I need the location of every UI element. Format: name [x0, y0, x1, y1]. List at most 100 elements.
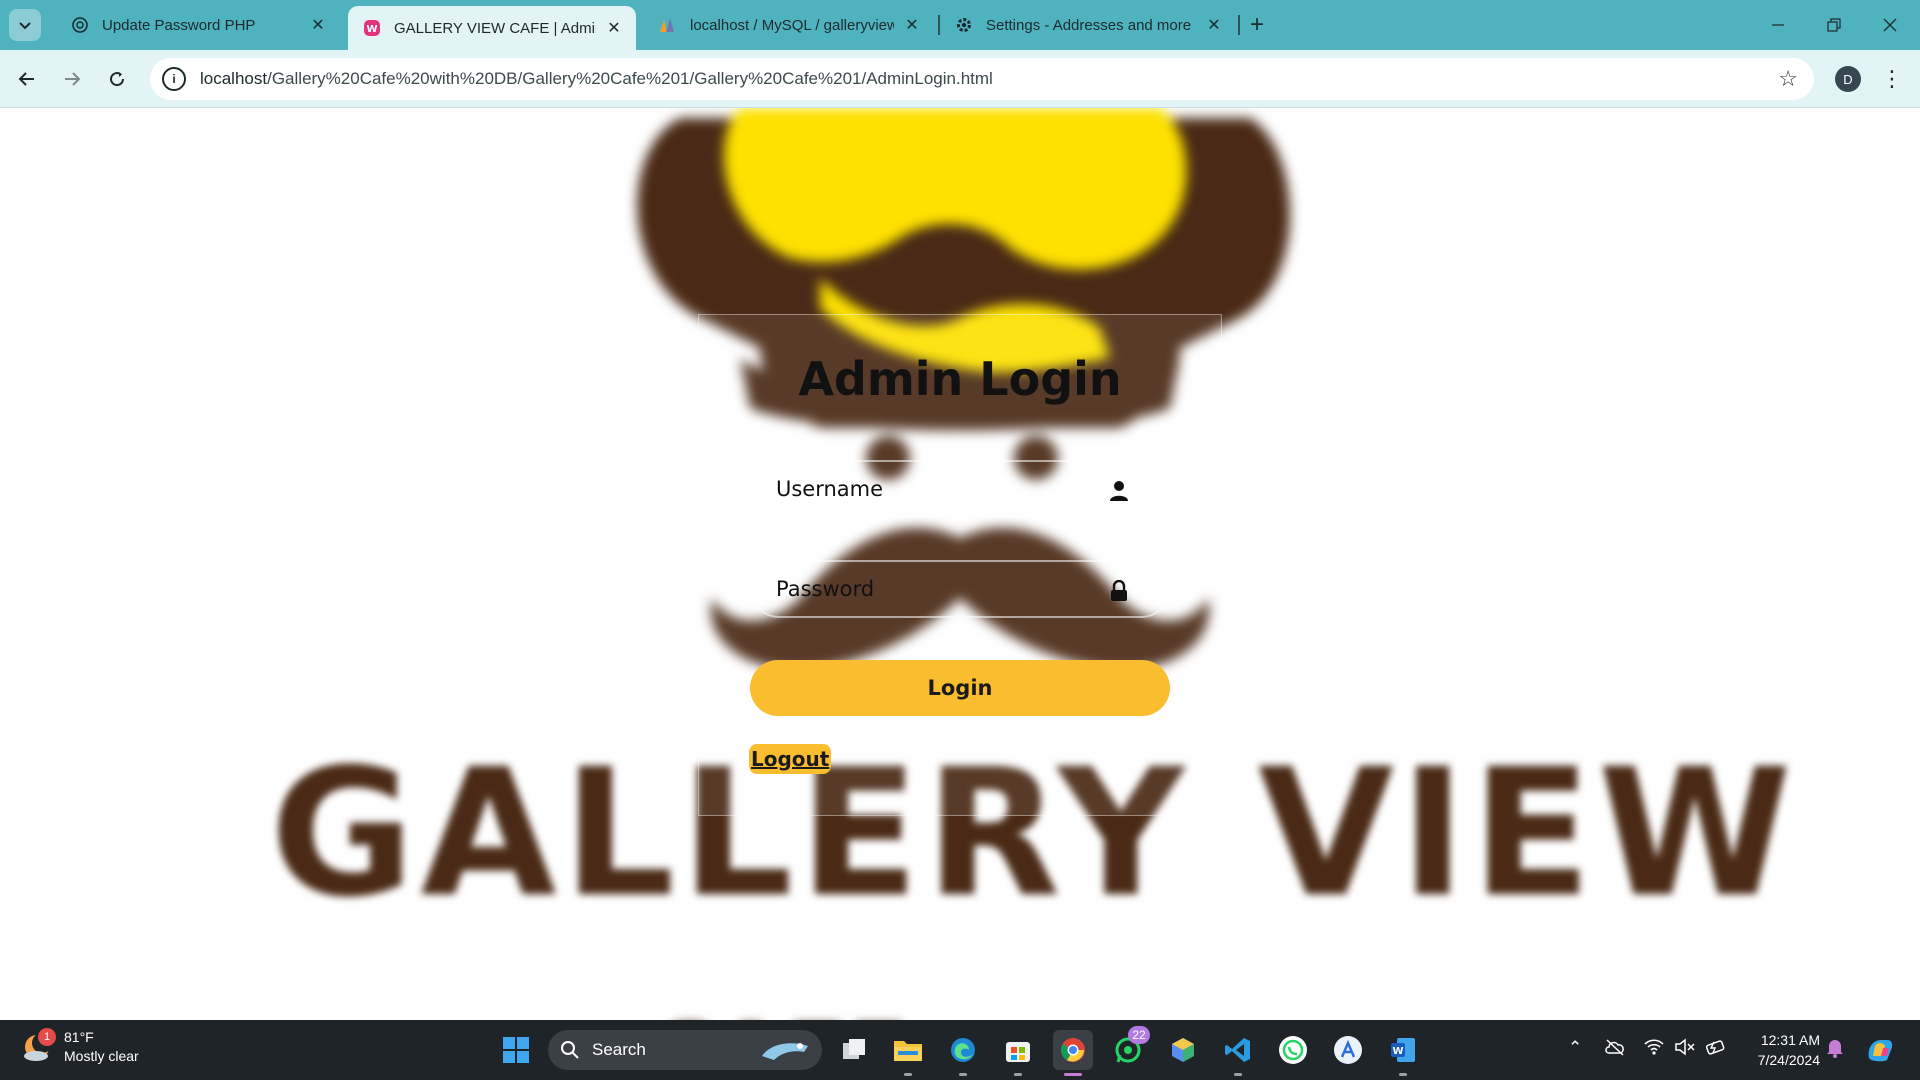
system-clock[interactable]: 12:31 AM 7/24/2024 — [1742, 1030, 1820, 1070]
user-icon — [1108, 480, 1130, 502]
store-icon — [1006, 1042, 1030, 1062]
search-icon — [561, 1041, 579, 1059]
running-indicator — [1399, 1073, 1407, 1076]
tab-phpmyadmin[interactable]: localhost / MySQL / galleryview ✕ — [644, 7, 934, 43]
tab-title: Update Password PHP — [102, 16, 256, 34]
chrome-icon — [1060, 1038, 1085, 1062]
minimize-icon — [1772, 24, 1784, 26]
running-indicator — [1234, 1073, 1242, 1076]
restore-icon — [1827, 18, 1841, 32]
chevron-up-icon[interactable]: ⌃ — [1568, 1038, 1582, 1058]
taskbar-app-cube[interactable] — [1163, 1030, 1203, 1070]
task-view-icon — [843, 1039, 865, 1059]
notification-bell-icon[interactable] — [1826, 1038, 1844, 1063]
close-icon[interactable]: ✕ — [1204, 15, 1224, 35]
windows-logo-icon — [503, 1037, 529, 1063]
weather-badge: 1 — [38, 1028, 56, 1046]
taskbar-file-explorer[interactable] — [888, 1030, 928, 1076]
tab-title: localhost / MySQL / galleryview — [690, 16, 894, 34]
taskbar-vscode[interactable] — [1218, 1030, 1258, 1076]
notification-badge: 22 — [1128, 1026, 1150, 1044]
search-label: Search — [592, 1040, 646, 1059]
back-button[interactable] — [10, 62, 44, 96]
word-icon: W — [1391, 1038, 1415, 1062]
browser-toolbar: i localhost/Gallery%20Cafe%20with%20DB/G… — [0, 50, 1920, 108]
clock-time: 12:31 AM — [1760, 1032, 1820, 1048]
volume-muted-icon[interactable] — [1674, 1038, 1696, 1061]
bookmark-star-icon[interactable]: ☆ — [1778, 66, 1798, 92]
profile-avatar[interactable]: D — [1835, 66, 1861, 92]
address-bar[interactable]: i localhost/Gallery%20Cafe%20with%20DB/G… — [150, 58, 1814, 100]
taskbar-word[interactable]: W — [1383, 1030, 1423, 1076]
taskbar-whatsapp-business[interactable]: 22 — [1108, 1026, 1150, 1070]
windows-taskbar: 1 81°F Mostly clear Search 22 W ⌃ 12:31 … — [0, 1020, 1920, 1080]
clock-date: 7/24/2024 — [1757, 1052, 1820, 1068]
svg-text:W: W — [366, 24, 377, 35]
wifi-icon[interactable] — [1643, 1038, 1665, 1061]
restore-button[interactable] — [1806, 0, 1862, 50]
logout-link[interactable]: Logout — [749, 744, 832, 774]
taskbar-whatsapp[interactable] — [1273, 1030, 1313, 1070]
close-window-button[interactable] — [1862, 0, 1918, 50]
folder-icon — [894, 1041, 922, 1061]
arrow-right-icon — [65, 72, 81, 86]
running-indicator — [1014, 1073, 1022, 1076]
password-input[interactable] — [776, 577, 1106, 601]
reload-icon — [110, 72, 125, 87]
more-menu-icon[interactable]: ⋮ — [1881, 64, 1903, 94]
tab-title: GALLERY VIEW CAFE | AdminLo — [394, 19, 596, 37]
phpmyadmin-icon — [658, 15, 678, 35]
task-view-button[interactable] — [834, 1030, 874, 1070]
username-input[interactable] — [776, 477, 1106, 501]
reload-button[interactable] — [100, 62, 134, 96]
whatsapp-icon — [1279, 1036, 1307, 1064]
taskbar-search[interactable]: Search — [548, 1030, 822, 1070]
taskbar-edge[interactable] — [943, 1030, 983, 1076]
copilot-button[interactable] — [1860, 1030, 1900, 1070]
login-button[interactable]: Login — [750, 660, 1170, 716]
search-highlight-icon — [762, 1043, 808, 1060]
weather-moon-icon: 1 — [22, 1028, 56, 1064]
close-icon[interactable]: ✕ — [308, 15, 328, 35]
new-tab-button[interactable]: + — [1244, 11, 1270, 38]
url-path: /Gallery%20Cafe%20with%20DB/Gallery%20Ca… — [267, 69, 993, 88]
url-text[interactable]: localhost/Gallery%20Cafe%20with%20DB/Gal… — [200, 69, 993, 89]
page-title: Admin Login — [798, 352, 1122, 406]
tab-admin-login[interactable]: W GALLERY VIEW CAFE | AdminLo ✕ — [348, 6, 636, 50]
info-icon[interactable]: i — [162, 67, 186, 91]
page-content: GALLERY VIEW CAFE Admin Login Login Logo… — [0, 108, 1920, 1020]
svg-text:W: W — [1392, 1046, 1403, 1057]
username-field[interactable] — [750, 460, 1170, 518]
forward-button[interactable] — [55, 62, 89, 96]
copilot-icon — [1868, 1040, 1893, 1062]
start-button[interactable] — [496, 1030, 536, 1070]
close-icon — [1883, 18, 1897, 32]
chatgpt-icon — [70, 15, 90, 35]
app-icon: W — [362, 18, 382, 38]
tab-update-password[interactable]: Update Password PHP ✕ — [56, 7, 340, 43]
arrow-left-icon — [18, 72, 34, 86]
tab-separator — [1238, 15, 1240, 35]
gear-icon — [954, 15, 974, 35]
browser-tabstrip: Update Password PHP ✕ W GALLERY VIEW CAF… — [0, 0, 1920, 50]
minimize-button[interactable] — [1750, 0, 1806, 50]
tab-title: Settings - Addresses and more — [986, 16, 1192, 34]
taskbar-chrome[interactable] — [1053, 1030, 1093, 1076]
chevron-down-icon — [19, 22, 31, 30]
close-icon[interactable]: ✕ — [604, 18, 624, 38]
weather-widget[interactable]: 1 81°F Mostly clear — [22, 1028, 139, 1066]
tab-search-button[interactable] — [9, 9, 41, 41]
password-field[interactable] — [750, 560, 1170, 618]
edge-icon — [951, 1038, 975, 1062]
tab-settings[interactable]: Settings - Addresses and more ✕ — [940, 7, 1236, 43]
url-host: localhost — [200, 69, 268, 88]
taskbar-app-store-a[interactable] — [1328, 1030, 1368, 1070]
taskbar-store[interactable] — [998, 1030, 1038, 1076]
cloud-offline-icon[interactable] — [1604, 1038, 1626, 1061]
close-icon[interactable]: ✕ — [902, 15, 922, 35]
battery-charging-icon[interactable] — [1705, 1038, 1729, 1061]
background-brand-text-2: CAFE — [650, 1006, 909, 1020]
weather-temp: 81°F — [64, 1029, 94, 1045]
lock-icon — [1108, 580, 1130, 602]
cube-icon — [1172, 1038, 1194, 1062]
